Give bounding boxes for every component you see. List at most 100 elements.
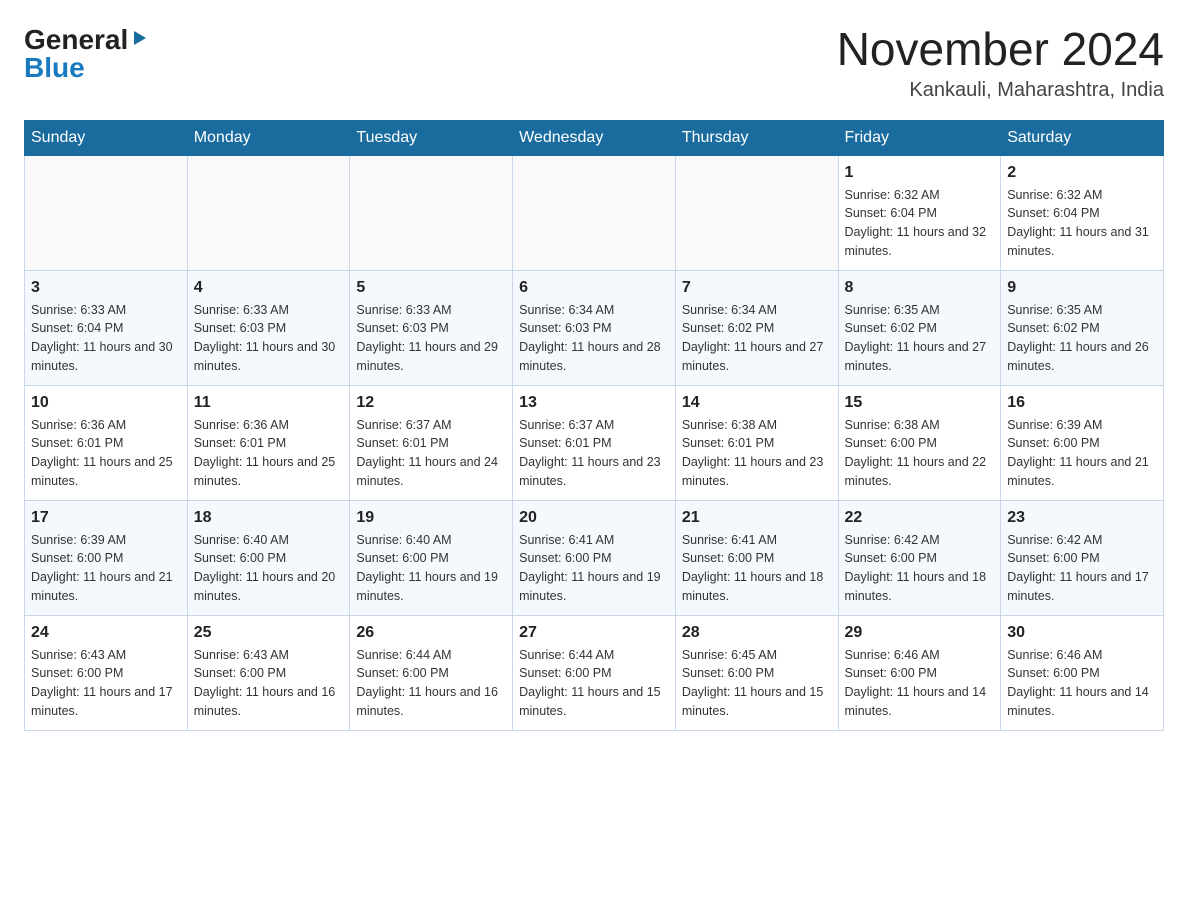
week-row-3: 10Sunrise: 6:36 AM Sunset: 6:01 PM Dayli…: [25, 385, 1164, 500]
day-info: Sunrise: 6:32 AM Sunset: 6:04 PM Dayligh…: [1007, 186, 1157, 261]
header-monday: Monday: [187, 120, 350, 155]
day-number: 12: [356, 394, 506, 412]
day-info: Sunrise: 6:33 AM Sunset: 6:04 PM Dayligh…: [31, 301, 181, 376]
calendar-cell: 8 Sunrise: 6:35 AM Sunset: 6:02 PM Daylig…: [838, 270, 1001, 385]
week-row-1: 1 Sunrise: 6:32 AM Sunset: 6:04 PM Daylig…: [25, 155, 1164, 270]
page-header: General Blue November 2024 Kankauli, Mah…: [24, 24, 1164, 102]
day-info: Sunrise: 6:35 AM Sunset: 6:02 PM Dayligh…: [1007, 301, 1157, 376]
day-info: Sunrise: 6:32 AM Sunset: 6:04 PM Dayligh…: [845, 186, 995, 261]
calendar-cell: 20Sunrise: 6:41 AM Sunset: 6:00 PM Dayli…: [513, 500, 676, 615]
calendar-cell: 9 Sunrise: 6:35 AM Sunset: 6:02 PM Daylig…: [1001, 270, 1164, 385]
week-row-2: 3 Sunrise: 6:33 AM Sunset: 6:04 PM Daylig…: [25, 270, 1164, 385]
calendar-cell: 21 Sunrise: 6:41 AM Sunset: 6:00 PM Dayli…: [675, 500, 838, 615]
day-number: 5: [356, 279, 506, 297]
day-number: 21: [682, 509, 832, 527]
day-number: 8: [845, 279, 995, 297]
calendar-cell: [350, 155, 513, 270]
calendar-cell: 29 Sunrise: 6:46 AM Sunset: 6:00 PM Dayli…: [838, 615, 1001, 730]
calendar-cell: 4 Sunrise: 6:33 AM Sunset: 6:03 PM Daylig…: [187, 270, 350, 385]
calendar-cell: [25, 155, 188, 270]
day-number: 7: [682, 279, 832, 297]
day-info: Sunrise: 6:46 AM Sunset: 6:00 PM Dayligh…: [1007, 646, 1157, 721]
calendar-cell: 5 Sunrise: 6:33 AM Sunset: 6:03 PM Daylig…: [350, 270, 513, 385]
day-info: Sunrise: 6:35 AM Sunset: 6:02 PM Dayligh…: [845, 301, 995, 376]
day-number: 26: [356, 624, 506, 642]
day-number: 19: [356, 509, 506, 527]
header-thursday: Thursday: [675, 120, 838, 155]
month-year-title: November 2024: [837, 24, 1164, 75]
day-number: 3: [31, 279, 181, 297]
header-wednesday: Wednesday: [513, 120, 676, 155]
day-info: Sunrise: 6:33 AM Sunset: 6:03 PM Dayligh…: [356, 301, 506, 376]
day-info: Sunrise: 6:44 AM Sunset: 6:00 PM Dayligh…: [356, 646, 506, 721]
calendar-cell: 25Sunrise: 6:43 AM Sunset: 6:00 PM Dayli…: [187, 615, 350, 730]
calendar-cell: 27Sunrise: 6:44 AM Sunset: 6:00 PM Dayli…: [513, 615, 676, 730]
week-row-4: 17 Sunrise: 6:39 AM Sunset: 6:00 PM Dayli…: [25, 500, 1164, 615]
day-number: 15: [845, 394, 995, 412]
calendar-cell: 14 Sunrise: 6:38 AM Sunset: 6:01 PM Dayli…: [675, 385, 838, 500]
day-number: 2: [1007, 164, 1157, 182]
day-info: Sunrise: 6:42 AM Sunset: 6:00 PM Dayligh…: [845, 531, 995, 606]
day-info: Sunrise: 6:34 AM Sunset: 6:03 PM Dayligh…: [519, 301, 669, 376]
calendar-cell: 2 Sunrise: 6:32 AM Sunset: 6:04 PM Daylig…: [1001, 155, 1164, 270]
day-info: Sunrise: 6:37 AM Sunset: 6:01 PM Dayligh…: [356, 416, 506, 491]
calendar-cell: 12 Sunrise: 6:37 AM Sunset: 6:01 PM Dayli…: [350, 385, 513, 500]
day-info: Sunrise: 6:36 AM Sunset: 6:01 PM Dayligh…: [194, 416, 344, 491]
calendar-cell: 10Sunrise: 6:36 AM Sunset: 6:01 PM Dayli…: [25, 385, 188, 500]
day-number: 4: [194, 279, 344, 297]
day-info: Sunrise: 6:37 AM Sunset: 6:01 PM Dayligh…: [519, 416, 669, 491]
day-number: 1: [845, 164, 995, 182]
calendar-cell: 15 Sunrise: 6:38 AM Sunset: 6:00 PM Dayli…: [838, 385, 1001, 500]
day-info: Sunrise: 6:40 AM Sunset: 6:00 PM Dayligh…: [356, 531, 506, 606]
day-number: 23: [1007, 509, 1157, 527]
calendar-cell: 30 Sunrise: 6:46 AM Sunset: 6:00 PM Dayli…: [1001, 615, 1164, 730]
calendar-cell: 28Sunrise: 6:45 AM Sunset: 6:00 PM Dayli…: [675, 615, 838, 730]
day-number: 13: [519, 394, 669, 412]
day-number: 22: [845, 509, 995, 527]
day-number: 18: [194, 509, 344, 527]
logo: General Blue: [24, 24, 148, 84]
calendar-cell: 1 Sunrise: 6:32 AM Sunset: 6:04 PM Daylig…: [838, 155, 1001, 270]
day-info: Sunrise: 6:39 AM Sunset: 6:00 PM Dayligh…: [1007, 416, 1157, 491]
title-block: November 2024 Kankauli, Maharashtra, Ind…: [837, 24, 1164, 102]
day-number: 11: [194, 394, 344, 412]
calendar-cell: 19 Sunrise: 6:40 AM Sunset: 6:00 PM Dayli…: [350, 500, 513, 615]
header-tuesday: Tuesday: [350, 120, 513, 155]
day-number: 14: [682, 394, 832, 412]
day-info: Sunrise: 6:40 AM Sunset: 6:00 PM Dayligh…: [194, 531, 344, 606]
day-info: Sunrise: 6:46 AM Sunset: 6:00 PM Dayligh…: [845, 646, 995, 721]
calendar-cell: 26 Sunrise: 6:44 AM Sunset: 6:00 PM Dayli…: [350, 615, 513, 730]
day-number: 27: [519, 624, 669, 642]
day-number: 6: [519, 279, 669, 297]
calendar-cell: [187, 155, 350, 270]
day-number: 30: [1007, 624, 1157, 642]
day-info: Sunrise: 6:38 AM Sunset: 6:00 PM Dayligh…: [845, 416, 995, 491]
day-info: Sunrise: 6:41 AM Sunset: 6:00 PM Dayligh…: [519, 531, 669, 606]
day-info: Sunrise: 6:39 AM Sunset: 6:00 PM Dayligh…: [31, 531, 181, 606]
day-info: Sunrise: 6:36 AM Sunset: 6:01 PM Dayligh…: [31, 416, 181, 491]
calendar-cell: 18 Sunrise: 6:40 AM Sunset: 6:00 PM Dayli…: [187, 500, 350, 615]
day-info: Sunrise: 6:45 AM Sunset: 6:00 PM Dayligh…: [682, 646, 832, 721]
calendar-cell: 22 Sunrise: 6:42 AM Sunset: 6:00 PM Dayli…: [838, 500, 1001, 615]
day-number: 17: [31, 509, 181, 527]
header-friday: Friday: [838, 120, 1001, 155]
calendar-cell: [675, 155, 838, 270]
day-info: Sunrise: 6:41 AM Sunset: 6:00 PM Dayligh…: [682, 531, 832, 606]
day-number: 25: [194, 624, 344, 642]
week-row-5: 24Sunrise: 6:43 AM Sunset: 6:00 PM Dayli…: [25, 615, 1164, 730]
day-number: 29: [845, 624, 995, 642]
header-saturday: Saturday: [1001, 120, 1164, 155]
day-info: Sunrise: 6:33 AM Sunset: 6:03 PM Dayligh…: [194, 301, 344, 376]
day-info: Sunrise: 6:38 AM Sunset: 6:01 PM Dayligh…: [682, 416, 832, 491]
day-number: 16: [1007, 394, 1157, 412]
day-number: 9: [1007, 279, 1157, 297]
calendar-cell: 13 Sunrise: 6:37 AM Sunset: 6:01 PM Dayli…: [513, 385, 676, 500]
calendar-cell: 6 Sunrise: 6:34 AM Sunset: 6:03 PM Daylig…: [513, 270, 676, 385]
day-number: 24: [31, 624, 181, 642]
calendar-cell: 23Sunrise: 6:42 AM Sunset: 6:00 PM Dayli…: [1001, 500, 1164, 615]
calendar-cell: 24Sunrise: 6:43 AM Sunset: 6:00 PM Dayli…: [25, 615, 188, 730]
logo-blue-text: Blue: [24, 52, 85, 84]
calendar-cell: 7Sunrise: 6:34 AM Sunset: 6:02 PM Daylig…: [675, 270, 838, 385]
calendar-cell: 3 Sunrise: 6:33 AM Sunset: 6:04 PM Daylig…: [25, 270, 188, 385]
calendar-cell: 17 Sunrise: 6:39 AM Sunset: 6:00 PM Dayli…: [25, 500, 188, 615]
